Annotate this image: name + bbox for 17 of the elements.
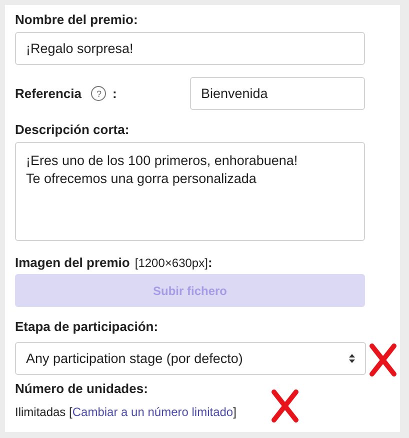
stage-select[interactable]: Any participation stage (por defecto) (15, 342, 366, 374)
units-text: Ilimitadas [Cambiar a un número limitado] (15, 405, 236, 419)
reference-field[interactable]: Bienvenida (190, 77, 365, 110)
label-colon: : (112, 86, 117, 101)
field-label: Nombre del premio: (15, 12, 139, 27)
field-label: Imagen del premio (15, 255, 130, 270)
prize-name-field[interactable]: ¡Regalo sorpresa! (15, 32, 365, 65)
field-label: Número de unidades: (15, 381, 149, 396)
description-field[interactable]: ¡Eres uno de los 100 primeros, enhorabuena! Te ofrecemos una gorra personalizada (15, 142, 365, 241)
sort-arrows-icon (349, 354, 355, 362)
field-label: Referencia (15, 86, 82, 101)
field-label: Descripción corta: (15, 122, 130, 137)
field-label: Etapa de participación: (15, 319, 160, 334)
size-hint: [1200×630px] (134, 256, 208, 270)
help-icon[interactable]: ? (91, 86, 106, 101)
change-limit-link[interactable]: Cambiar a un número limitado (72, 405, 234, 419)
label-colon: : (208, 255, 212, 270)
